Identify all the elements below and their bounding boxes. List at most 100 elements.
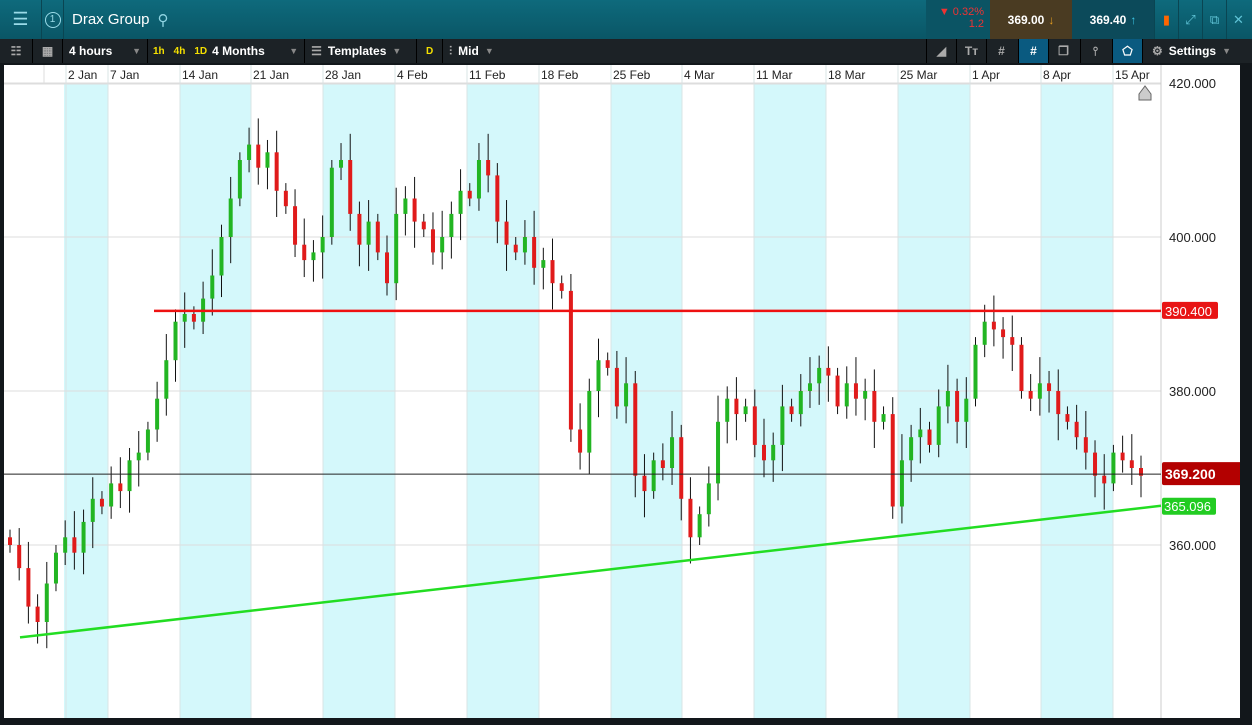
candle-body [697, 514, 702, 538]
candle-body [228, 198, 233, 237]
candle-body [587, 391, 592, 453]
quick-4h[interactable]: 4h [174, 46, 186, 57]
change-percent: ▼ 0.32% [938, 6, 984, 18]
candle-body [1037, 383, 1042, 399]
candle-body [688, 498, 693, 538]
buy-price: 369.40 [1089, 12, 1127, 27]
price-change: ▼ 0.32% 1.2 [926, 0, 990, 39]
frame-edge [1240, 63, 1252, 725]
sell-button[interactable]: 369.00 ↓ [990, 0, 1072, 39]
candle-body [532, 237, 537, 268]
x-tick-label: 25 Mar [900, 68, 937, 82]
candle-body [145, 429, 150, 453]
quick-1d[interactable]: 1D [194, 46, 207, 57]
price-type-dropdown[interactable]: ⫶ Mid ▼ [443, 39, 517, 63]
draw-line-icon[interactable]: ◢ [926, 39, 956, 63]
candle-body [90, 498, 95, 522]
indicator-icon[interactable]: ⫯ [1080, 39, 1110, 63]
candle-body [881, 414, 886, 422]
y-tick-label: 420.000 [1169, 76, 1216, 91]
settings-dropdown[interactable]: ⚙ Settings ▼ [1142, 39, 1240, 63]
x-tick-label: 18 Feb [541, 68, 579, 82]
candle-body [633, 383, 638, 476]
candle-body [1083, 437, 1088, 453]
chevron-down-icon: ▼ [132, 46, 141, 56]
popout-icon[interactable]: ⧉ [1202, 0, 1226, 39]
candle-body [339, 160, 344, 168]
layout-icon[interactable]: ▦ [33, 39, 63, 63]
quick-1h[interactable]: 1h [153, 46, 165, 57]
crosshair-grid-icon[interactable]: # [1018, 39, 1048, 63]
candle-body [182, 314, 187, 322]
candle-body [1102, 475, 1107, 484]
range-value: 4 Months [212, 44, 265, 58]
close-icon[interactable]: ✕ [1226, 0, 1250, 39]
text-icon[interactable]: Tт [956, 39, 986, 63]
candle-body [440, 237, 445, 253]
d-label: D [426, 45, 434, 57]
workspace-badge[interactable]: 1 [42, 0, 64, 39]
d-button[interactable]: D [417, 39, 444, 63]
candle-body [44, 583, 49, 622]
candle-body [964, 398, 969, 422]
candle-body [237, 160, 242, 199]
layers-icon[interactable]: ❐ [1048, 39, 1078, 63]
candle-body [109, 483, 114, 507]
candle-body [835, 375, 840, 407]
candle-body [1010, 337, 1015, 345]
candle-body [807, 383, 812, 391]
x-tick-label: 28 Jan [325, 68, 361, 82]
range-dropdown[interactable]: 4 Months ▼ [212, 39, 306, 63]
price-chart[interactable]: 2 Jan 7 Jan 14 Jan 21 Jan 28 Jan 4 Feb 11 Feb 1… [4, 65, 1246, 718]
candle-body [780, 406, 785, 445]
candle-body [909, 437, 914, 461]
candle-body [283, 190, 288, 207]
candle-body [191, 314, 196, 322]
candle-body [302, 244, 307, 261]
candle-body [798, 391, 803, 415]
candle-body [1047, 383, 1052, 391]
candle-body [274, 152, 279, 191]
candle-body [605, 360, 610, 368]
chart-area[interactable]: 2 Jan 7 Jan 14 Jan 21 Jan 28 Jan 4 Feb 11 Feb 1… [4, 65, 1246, 718]
list-icon[interactable]: ☷ [0, 39, 33, 63]
candle-body [81, 521, 86, 553]
candle-body [17, 545, 22, 569]
candle-body [430, 229, 435, 253]
interval-dropdown[interactable]: 4 hours ▼ [63, 39, 148, 63]
x-tick-label: 25 Feb [613, 68, 651, 82]
candle-body [247, 144, 252, 160]
chart-toolbar: ☷ ▦ 4 hours ▼ 1h 4h 1D 4 Months ▼ ☰ Templates… [0, 39, 1252, 63]
candle-body [1129, 460, 1134, 468]
candle-body [1111, 452, 1116, 484]
y-tick-label: 380.000 [1169, 384, 1216, 399]
settings-label: Settings [1168, 44, 1217, 58]
gear-icon: ⚙ [1151, 44, 1163, 58]
candle-body [1001, 329, 1006, 338]
candle-body [210, 275, 215, 299]
trendline-label: 365.096 [1164, 499, 1211, 514]
candle-body [256, 144, 261, 168]
candle-body [651, 460, 656, 492]
candle-body [164, 360, 169, 399]
search-icon[interactable]: ⚲ [158, 11, 169, 29]
candle-body [155, 398, 160, 430]
expand-icon[interactable]: ⤢ [1178, 0, 1202, 39]
candle-body [403, 198, 408, 214]
candle-body [991, 321, 996, 330]
grid-icon[interactable]: # [986, 39, 1016, 63]
candle-body [973, 344, 978, 399]
candle-body [596, 360, 601, 391]
templates-dropdown[interactable]: ☰ Templates ▼ [305, 39, 418, 63]
candle-body [348, 160, 353, 214]
price-type-value: Mid [458, 44, 479, 58]
candle-body [872, 391, 877, 422]
candle-body [63, 537, 68, 553]
candle-body [679, 437, 684, 499]
menu-icon[interactable]: ☰ [0, 0, 42, 39]
candle-body [127, 460, 132, 492]
buy-button[interactable]: 369.40 ↑ [1072, 0, 1154, 39]
candle-body [1019, 344, 1024, 391]
tag-icon[interactable]: ⬠ [1112, 39, 1142, 63]
candle-body [743, 406, 748, 415]
